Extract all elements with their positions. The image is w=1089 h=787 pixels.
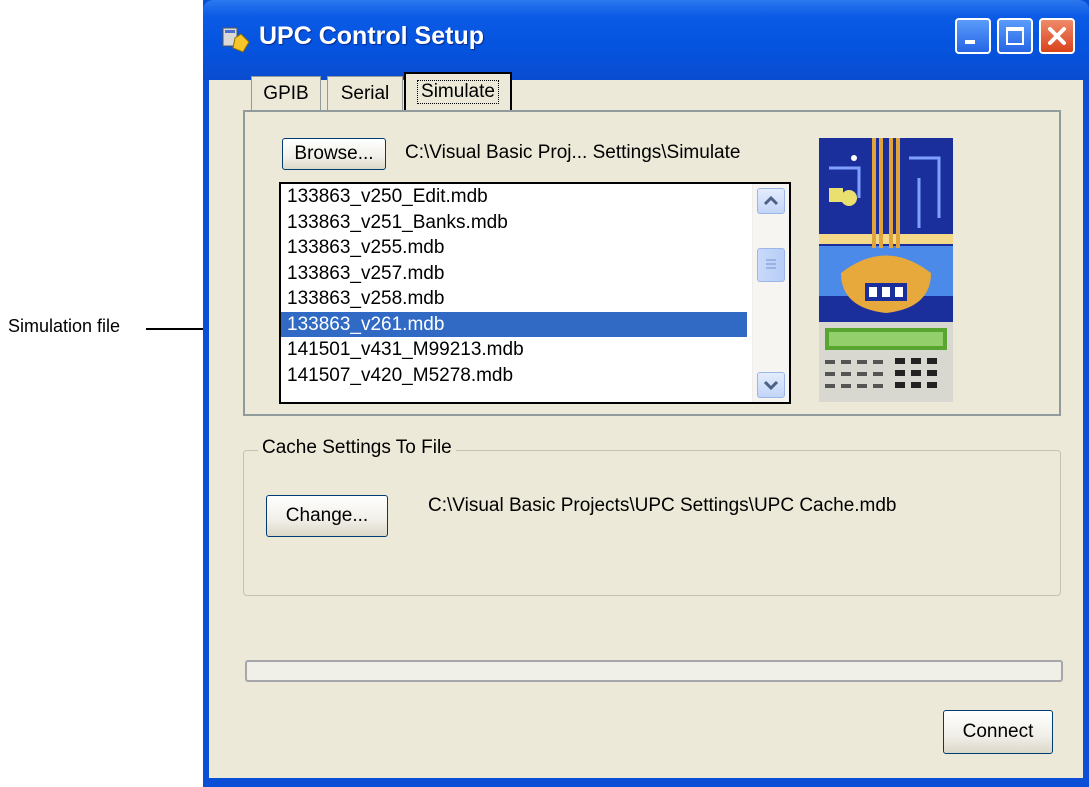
connect-button[interactable]: Connect: [943, 710, 1053, 754]
minimize-icon: [965, 40, 975, 44]
dialog-window: UPC Control Setup Browse... C:\Visual Ba…: [203, 0, 1089, 787]
tab-serial[interactable]: Serial: [327, 76, 403, 110]
cache-file-path: C:\Visual Basic Projects\UPC Settings\UP…: [428, 495, 897, 516]
list-item[interactable]: 133863_v250_Edit.mdb: [281, 184, 747, 210]
list-item[interactable]: 133863_v257.mdb: [281, 261, 747, 287]
close-button[interactable]: [1039, 18, 1075, 54]
list-item[interactable]: 141507_v420_M5278.mdb: [281, 363, 747, 389]
cache-group-title: Cache Settings To File: [258, 437, 456, 459]
chevron-down-icon: [763, 380, 779, 391]
maximize-icon: [1006, 27, 1024, 45]
simulation-file-list[interactable]: 133863_v250_Edit.mdb 133863_v251_Banks.m…: [279, 182, 791, 404]
grip-icon: [766, 259, 776, 269]
list-item[interactable]: 141501_v431_M99213.mdb: [281, 337, 747, 363]
tab-panel-simulate: Browse... C:\Visual Basic Proj... Settin…: [243, 110, 1061, 416]
scroll-down-button[interactable]: [757, 372, 785, 398]
list-item[interactable]: 133863_v251_Banks.mdb: [281, 210, 747, 236]
progress-bar: [245, 660, 1063, 682]
close-icon: [1048, 27, 1066, 45]
list-item[interactable]: 133863_v258.mdb: [281, 286, 747, 312]
simulate-folder-path: C:\Visual Basic Proj... Settings\Simulat…: [405, 142, 741, 163]
device-illustration: [819, 138, 953, 402]
maximize-button[interactable]: [997, 18, 1033, 54]
title-bar[interactable]: UPC Control Setup: [203, 0, 1089, 80]
scroll-thumb[interactable]: [757, 248, 785, 282]
list-item-selected[interactable]: 133863_v261.mdb: [281, 311, 747, 337]
cache-settings-group: Cache Settings To File Change... C:\Visu…: [243, 437, 1061, 596]
tab-simulate-label: Simulate: [417, 80, 499, 104]
list-item[interactable]: 133863_v255.mdb: [281, 235, 747, 261]
change-button[interactable]: Change...: [266, 495, 388, 537]
tab-simulate[interactable]: Simulate: [404, 72, 512, 110]
list-scrollbar[interactable]: [752, 184, 789, 402]
window-title: UPC Control Setup: [259, 22, 484, 50]
dialog-client: Browse... C:\Visual Basic Proj... Settin…: [209, 72, 1083, 778]
app-icon: [222, 27, 250, 53]
chevron-up-icon: [763, 195, 779, 206]
tab-gpib[interactable]: GPIB: [251, 76, 321, 110]
scroll-up-button[interactable]: [757, 188, 785, 214]
browse-button[interactable]: Browse...: [282, 138, 386, 170]
minimize-button[interactable]: [955, 18, 991, 54]
annotation-label: Simulation file: [8, 316, 121, 336]
